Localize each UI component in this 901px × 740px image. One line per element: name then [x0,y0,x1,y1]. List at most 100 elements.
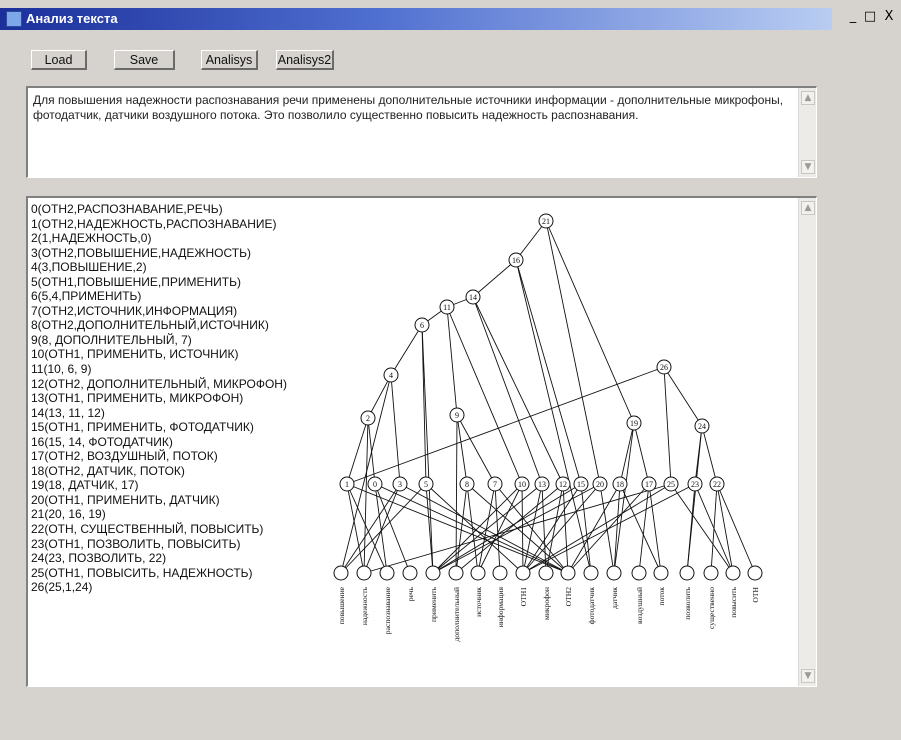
scroll-up-icon[interactable]: ▲ [801,201,815,215]
leaf-node [653,565,669,581]
graph-node-label: 0 [373,480,377,489]
graph-edge [340,483,427,574]
scroll-down-icon[interactable]: ▼ [801,669,815,683]
graph-node-label: 8 [465,480,469,489]
leaf-label: надежность [360,586,369,625]
graph-edge [340,374,392,574]
leaf-node [747,565,763,581]
leaf-label: поток [657,587,666,606]
graph-edge [477,483,496,574]
graph-node-label: 24 [698,422,706,431]
graph-edge [456,414,468,485]
graph-node-label: 5 [424,480,428,489]
graph-node-label: 9 [455,411,459,420]
output-scrollbar[interactable]: ▲ ▼ [798,198,816,686]
leaf-node [606,565,622,581]
graph-edge [363,483,672,574]
graph-node-label: 15 [577,480,585,489]
leaf-node [425,565,441,581]
graph-edge [545,220,635,424]
leaf-label: ОТН2 [564,587,573,607]
graph-node-label: 25 [667,480,675,489]
graph-edge [716,483,756,574]
save-button[interactable]: Save [114,50,175,70]
window-title: Анализ текста [26,11,118,26]
graph-edge [580,483,592,574]
graph-edge [670,483,734,574]
leaf-node [679,565,695,581]
graph-edge [545,220,601,485]
graph-edge [390,324,423,376]
leaf-label: микрофон [542,587,551,620]
graph-edge [446,306,523,485]
graph-node-label: 10 [518,480,526,489]
graph-node-label: 3 [398,480,402,489]
minimize-icon[interactable]: _ [845,10,861,25]
scroll-down-icon[interactable]: ▼ [801,160,815,174]
graph-edge [562,483,569,574]
semantic-tree-graph: повышение надежность распознавание речь прим… [333,213,763,642]
app-icon [6,11,22,27]
leaf-label: распознавание [383,586,392,634]
graph-edge [421,324,434,574]
graph-edge [663,366,703,427]
analisys-button[interactable]: Analisys [201,50,258,70]
graph-edge [521,483,524,574]
graph-edge [363,417,369,574]
graph-edge [613,483,621,574]
leaf-node [631,565,647,581]
leaf-node [703,565,719,581]
input-text: Для повышения надежности распознавания р… [33,93,784,122]
input-text-area[interactable]: Для повышения надежности распознавания р… [26,86,817,178]
graph-node-label: 6 [420,321,424,330]
leaf-node [492,565,508,581]
graph-node-label: 18 [616,480,624,489]
graph-edge [522,483,601,574]
graph-edge [686,425,703,574]
graph-edge [694,483,734,574]
graph-node-label: 19 [630,419,638,428]
analisys2-button[interactable]: Analisys2 [276,50,334,70]
graph-node-label: 11 [443,303,451,312]
title-bar: Анализ текста [0,8,832,30]
graph-node-label: 14 [469,293,477,302]
leaf-label: существенно [707,587,716,629]
graph-node-label: 23 [691,480,699,489]
leaf-label: датчик [610,587,619,609]
leaf-node [515,565,531,581]
graph-edge [522,483,672,574]
graph-node-label: 7 [493,480,497,489]
leaf-label: ОТН [751,586,760,602]
graph-node-label: 21 [542,217,550,226]
graph-edge [663,366,672,485]
scroll-up-icon[interactable]: ▲ [801,91,815,105]
leaf-node [402,565,418,581]
leaf-label: повышение [337,586,346,624]
leaf-label: информация [496,587,505,628]
leaf-node [560,565,576,581]
leaf-label: источник [474,587,483,617]
leaf-label: дополнительный [452,587,461,642]
maximize-icon[interactable]: □ [862,10,878,25]
graph-node-label: 26 [660,363,668,372]
graph-edge [346,417,369,485]
leaf-node [379,565,395,581]
graph-node-label: 4 [389,371,393,380]
input-scrollbar[interactable]: ▲ ▼ [798,88,816,177]
leaf-label: повысить [729,586,738,617]
graph-edge [494,483,501,574]
leaf-node [583,565,599,581]
close-icon[interactable]: X [881,10,897,25]
leaf-node [538,565,554,581]
leaf-label: речь [406,586,415,601]
graph-node-label: 13 [538,480,546,489]
graph-edge [701,425,718,485]
graph-node-label: 2 [366,414,370,423]
graph-edge [446,306,458,416]
graph-edge [515,259,582,485]
leaf-label: фотодатчик [587,587,596,625]
graph-edge [472,296,564,485]
load-button[interactable]: Load [31,50,87,70]
graph-node-label: 16 [512,256,520,265]
output-area[interactable]: 0(ОТН2,РАСПОЗНАВАНИЕ,РЕЧЬ) 1(ОТН2,НАДЕЖНО… [26,196,817,687]
